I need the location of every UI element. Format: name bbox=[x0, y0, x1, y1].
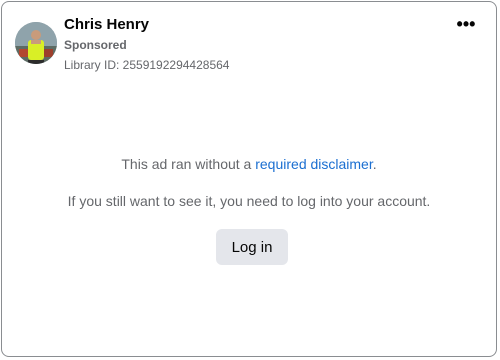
ad-header: Chris Henry Sponsored Library ID: 255919… bbox=[64, 15, 229, 74]
ad-card: Chris Henry Sponsored Library ID: 255919… bbox=[1, 1, 497, 357]
required-disclaimer-link[interactable]: required disclaimer bbox=[255, 156, 373, 172]
advertiser-name[interactable]: Chris Henry bbox=[64, 15, 229, 35]
disclaimer-notice: This ad ran without a required disclaime… bbox=[2, 154, 496, 174]
more-horizontal-icon: ••• bbox=[456, 14, 476, 34]
more-options-button[interactable]: ••• bbox=[454, 14, 478, 34]
notice-text-prefix: This ad ran without a bbox=[121, 156, 256, 172]
login-prompt-text: If you still want to see it, you need to… bbox=[67, 193, 431, 209]
library-id: Library ID: 2559192294428564 bbox=[64, 58, 230, 72]
sponsored-label: Sponsored bbox=[64, 38, 127, 52]
avatar[interactable] bbox=[15, 22, 57, 64]
login-button[interactable]: Log in bbox=[216, 229, 288, 265]
notice-text-suffix: . bbox=[372, 156, 377, 172]
profile-photo-icon bbox=[15, 22, 57, 64]
